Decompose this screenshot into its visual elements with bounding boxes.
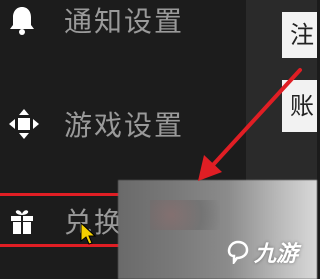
mouse-cursor-icon <box>80 221 98 250</box>
watermark-text: 九游 <box>254 242 299 267</box>
watermark-logo-icon <box>227 240 249 264</box>
site-watermark: 九游 <box>226 236 298 268</box>
